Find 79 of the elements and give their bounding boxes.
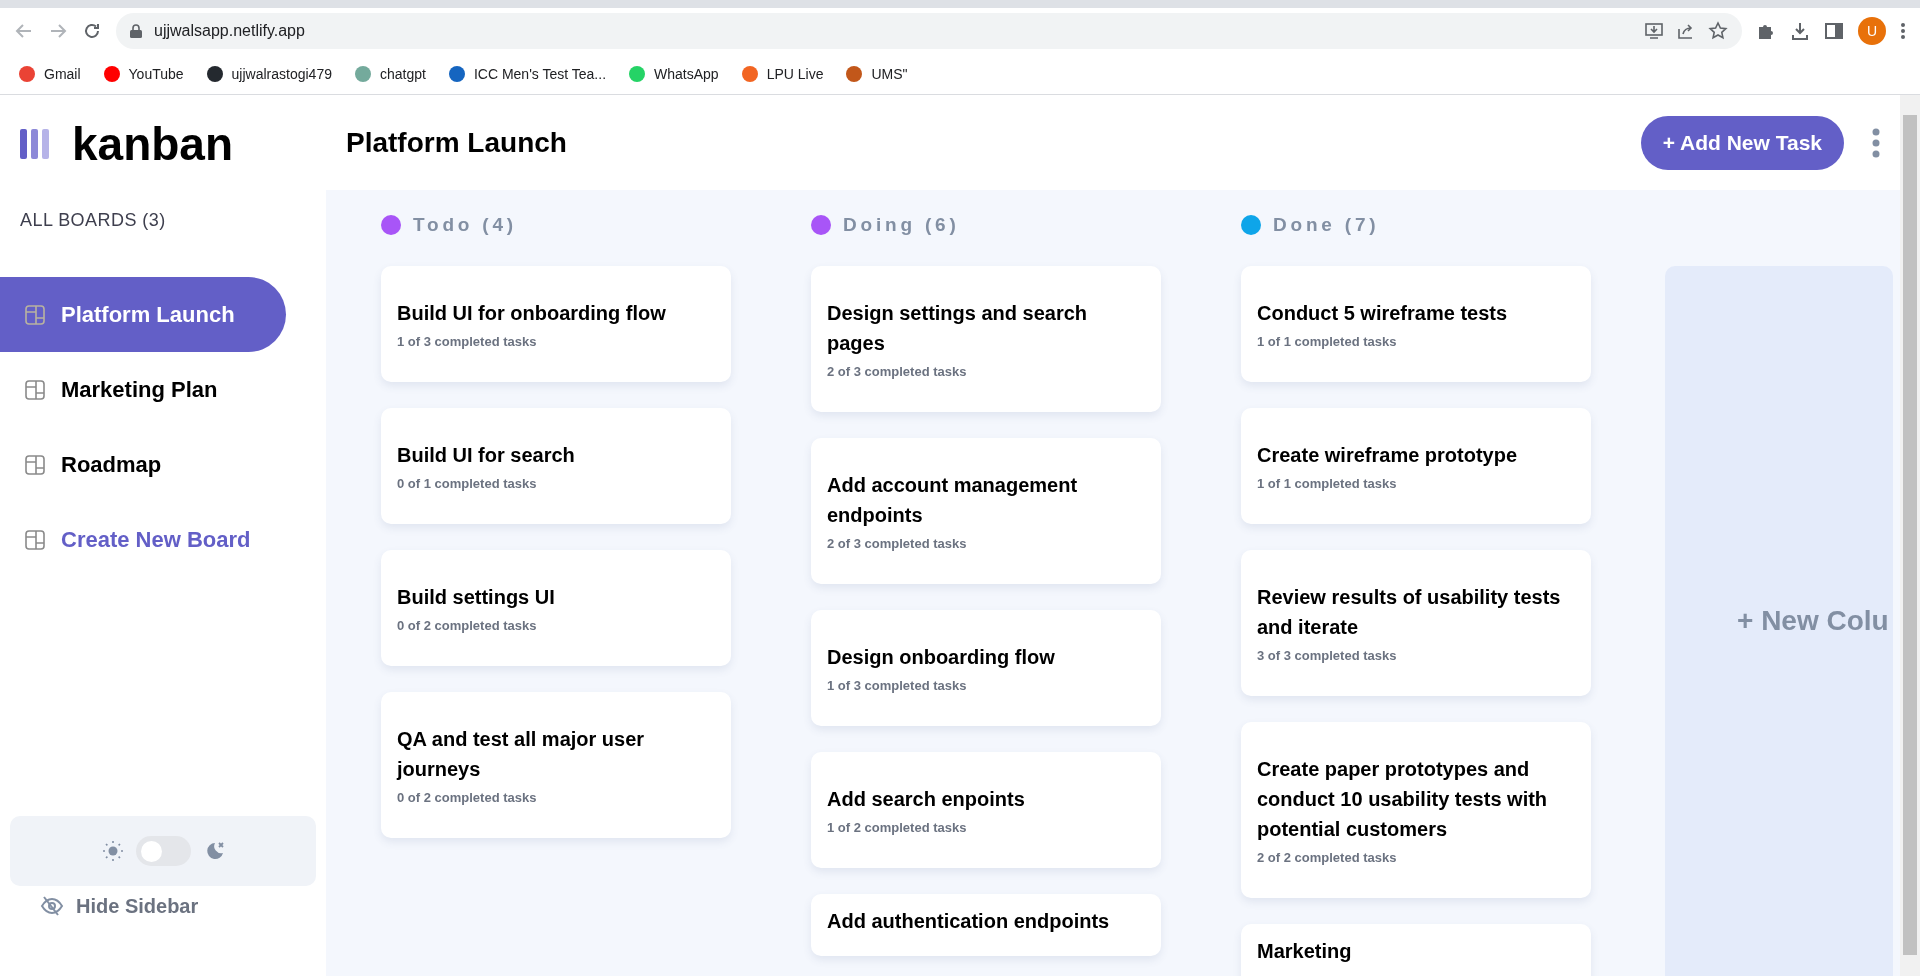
sun-icon [101, 840, 124, 862]
task-card[interactable]: Create wireframe prototype 1 of 1 completed tasks [1241, 408, 1591, 524]
task-card[interactable]: Add authentication endpoints [811, 894, 1161, 956]
subtask-count: 1 of 1 completed tasks [1257, 476, 1398, 492]
more-icon[interactable] [1872, 127, 1880, 158]
bookmark-link[interactable]: ICC Men's Test Tea... [447, 63, 607, 85]
lock-icon [130, 24, 142, 38]
download-icon[interactable] [1790, 21, 1810, 41]
task-card[interactable]: Conduct 5 wireframe tests 1 of 1 completed tasks [1241, 266, 1591, 382]
board-item[interactable]: Platform Launch [0, 277, 286, 352]
task-card[interactable]: Build settings UI 0 of 2 completed tasks [381, 550, 731, 666]
task-title: Create wireframe prototype [1257, 443, 1519, 468]
task-title: Design settings and search pages [827, 301, 1089, 356]
board-title: Platform Launch [346, 125, 568, 160]
task-title: Build settings UI [397, 585, 556, 610]
subtask-count: 2 of 3 completed tasks [827, 364, 968, 380]
board-icon [25, 379, 45, 400]
menu-icon[interactable] [1900, 21, 1906, 41]
subtask-count: 1 of 3 completed tasks [827, 678, 968, 694]
task-title: Add authentication endpoints [827, 909, 1111, 934]
task-card[interactable]: QA and test all major user journeys 0 of 2 completed tasks [381, 692, 731, 838]
task-title: Marketing [1257, 939, 1353, 964]
column-title: Done (7) [1273, 212, 1380, 237]
subtask-count: 2 of 3 completed tasks [827, 536, 968, 552]
task-title: Build UI for search [397, 443, 576, 468]
task-card[interactable]: Build UI for search 0 of 1 completed tasks [381, 408, 731, 524]
task-card[interactable]: Review results of usability tests and iterate 3 of 3 completed tasks [1241, 550, 1591, 696]
task-title: Create paper prototypes and conduct 10 usability tests with potential customers [1257, 757, 1549, 842]
task-title: Review results of usability tests and iterate [1257, 585, 1562, 640]
task-card[interactable]: Build UI for onboarding flow 1 of 3 completed tasks [381, 266, 731, 382]
task-title: Conduct 5 wireframe tests [1257, 301, 1509, 326]
side-panel-icon[interactable] [1824, 21, 1844, 41]
task-card[interactable]: Design settings and search pages 2 of 3 completed tasks [811, 266, 1161, 412]
scrollbar[interactable] [1900, 95, 1920, 976]
task-card[interactable]: Add search enpoints 1 of 2 completed tasks [811, 752, 1161, 868]
hide-sidebar-button[interactable]: Hide Sidebar [0, 886, 326, 926]
subtask-count: 1 of 2 completed tasks [827, 820, 968, 836]
add-task-button[interactable]: + Add New Task [1640, 115, 1844, 170]
task-title: Design onboarding flow [827, 645, 1056, 670]
reload-icon[interactable] [82, 21, 102, 41]
subtask-count: 0 of 2 completed tasks [397, 790, 538, 806]
bookmark-link[interactable]: Gmail [18, 63, 81, 85]
task-card[interactable]: Create paper prototypes and conduct 10 usability tests with potential customers 2 of 2 completed tasks [1241, 722, 1591, 898]
task-card[interactable]: Design onboarding flow 1 of 3 completed tasks [811, 610, 1161, 726]
create-board-button[interactable]: Create New Board [0, 502, 286, 577]
task-title: Add account management endpoints [827, 473, 1079, 528]
install-icon[interactable] [1644, 21, 1664, 41]
star-icon[interactable] [1708, 21, 1728, 41]
subtask-count: 2 of 2 completed tasks [1257, 850, 1398, 866]
subtask-count: 0 of 1 completed tasks [397, 476, 538, 492]
subtask-count: 1 of 1 completed tasks [1257, 334, 1398, 350]
boards-heading: ALL BOARDS (3) [19, 209, 167, 232]
column-title: Doing (6) [843, 212, 960, 237]
task-title: Add search enpoints [827, 787, 1026, 812]
board-item[interactable]: Marketing Plan [0, 352, 286, 427]
board-icon [25, 454, 45, 475]
board-item[interactable]: Roadmap [0, 427, 286, 502]
board-icon [25, 304, 45, 325]
theme-toggle[interactable] [135, 836, 191, 866]
subtask-count: 0 of 2 completed tasks [397, 618, 538, 634]
task-card[interactable]: Add account management endpoints 2 of 3 completed tasks [811, 438, 1161, 584]
column-title: Todo (4) [413, 212, 517, 237]
bookmark-link[interactable]: WhatsApp [628, 63, 719, 85]
bookmark-link[interactable]: ujjwalrastogi479 [205, 63, 332, 85]
task-title: QA and test all major user journeys [397, 727, 646, 782]
bookmark-link[interactable]: YouTube [102, 63, 184, 85]
eye-slash-icon [40, 896, 64, 916]
subtask-count: 1 of 3 completed tasks [397, 334, 538, 350]
task-title: Build UI for onboarding flow [397, 301, 667, 326]
subtask-count: 3 of 3 completed tasks [1257, 648, 1398, 664]
bookmark-link[interactable]: UMS" [845, 63, 908, 85]
address-bar[interactable]: ujjwalsapp.netlify.app [116, 13, 1742, 49]
url-text: ujjwalsapp.netlify.app [154, 21, 306, 41]
app-logo-text: kanban [72, 121, 234, 167]
logo-icon [20, 129, 50, 159]
task-card[interactable]: Marketing [1241, 924, 1591, 976]
bookmark-link[interactable]: LPU Live [740, 63, 824, 85]
board-icon [25, 529, 45, 550]
bookmark-link[interactable]: chatgpt [354, 63, 426, 85]
